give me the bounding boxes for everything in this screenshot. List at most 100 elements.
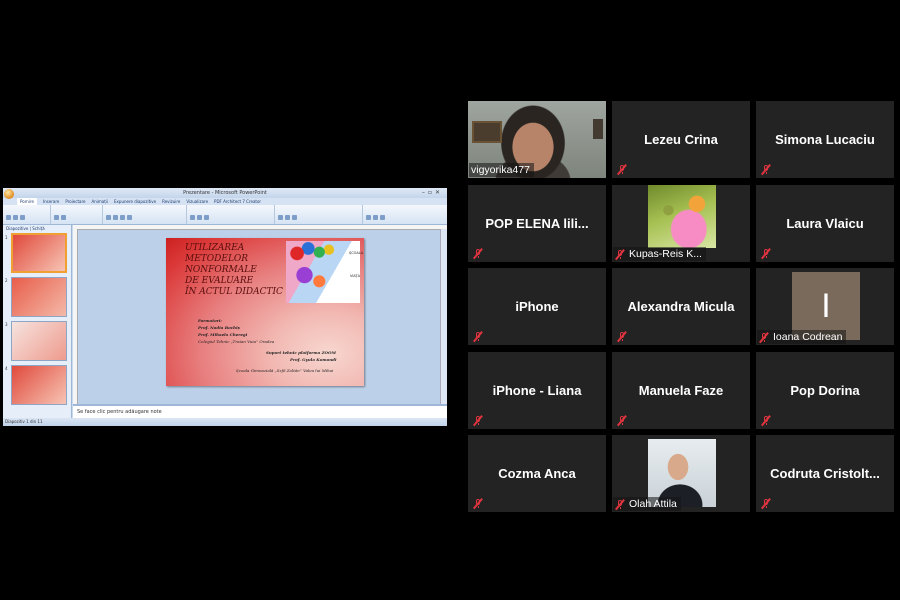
underline-icon[interactable] — [120, 215, 125, 220]
support-label: Suport tehnic platforma ZOOM — [266, 350, 336, 355]
mic-muted-icon — [760, 248, 771, 259]
participant-name: iPhone — [515, 299, 559, 314]
bullets-icon[interactable] — [190, 215, 195, 220]
photo-caption: VIAȚA — [350, 274, 361, 278]
ribbon-group-font — [103, 205, 187, 224]
thumbnail-number: 4 — [5, 366, 8, 371]
school-name: Colegiul Tehnic „Traian Vuia” Oradea — [198, 339, 275, 344]
current-slide[interactable]: Utilizarea metodelor nonformale de evalu… — [166, 238, 364, 386]
select-icon[interactable] — [380, 215, 385, 220]
participant-tile[interactable]: Codruta Cristolt... — [756, 435, 894, 512]
arrange-icon[interactable] — [285, 215, 290, 220]
shared-screen: Prezentare - Microsoft PowerPoint –▫✕ Po… — [3, 188, 447, 426]
copy-icon[interactable] — [20, 215, 25, 220]
align-icon[interactable] — [197, 215, 202, 220]
wall-picture — [593, 119, 603, 139]
replace-icon[interactable] — [373, 215, 378, 220]
window-controls-icon[interactable]: –▫✕ — [422, 188, 443, 198]
mic-muted-icon — [616, 164, 627, 175]
office-button-icon[interactable] — [4, 189, 14, 199]
participant-name: Lezeu Crina — [644, 132, 718, 147]
find-icon[interactable] — [366, 215, 371, 220]
participant-tile[interactable]: Alexandra Micula — [612, 268, 750, 345]
participant-name: Cozma Anca — [498, 466, 576, 481]
mic-muted-icon — [472, 498, 483, 509]
powerpoint-titlebar: Prezentare - Microsoft PowerPoint –▫✕ — [3, 188, 447, 199]
status-bar: Diapozitiv 1 din 11 — [3, 418, 447, 426]
participant-name: Olah Attila — [629, 498, 677, 510]
participant-tile[interactable]: Cozma Anca — [468, 435, 606, 512]
participant-tile[interactable]: Olah Attila — [612, 435, 750, 512]
participant-tile[interactable]: I Ioana Codrean — [756, 268, 894, 345]
profile-picture — [648, 185, 716, 248]
mic-muted-icon — [616, 415, 627, 426]
thumbnail-number: 2 — [5, 278, 8, 283]
participant-tile[interactable]: Pop Dorina — [756, 352, 894, 429]
participant-tile[interactable]: Laura Vlaicu — [756, 185, 894, 262]
participant-tile[interactable]: Kupas-Reis K... — [612, 185, 750, 262]
ribbon-tab[interactable]: Revizuire — [162, 198, 180, 205]
mic-muted-icon — [616, 331, 627, 342]
participant-tile[interactable]: POP ELENA lili... — [468, 185, 606, 262]
participant-tile[interactable]: iPhone — [468, 268, 606, 345]
mic-muted-icon — [614, 248, 625, 260]
ribbon-tab[interactable]: Vizualizare — [186, 198, 208, 205]
slide-thumbnail[interactable] — [11, 321, 67, 361]
paste-icon[interactable] — [6, 215, 11, 220]
participant-name: Kupas-Reis K... — [629, 248, 702, 260]
ribbon-tabs: Pornire Inserare Proiectare Animații Exp… — [3, 198, 447, 205]
ribbon-tab[interactable]: Pornire — [17, 198, 37, 205]
text-direction-icon[interactable] — [204, 215, 209, 220]
slide-thumbnail[interactable] — [11, 277, 67, 317]
slide-canvas: Utilizarea metodelor nonformale de evalu… — [73, 225, 447, 404]
participant-name: iPhone - Liana — [492, 383, 582, 398]
slide-thumbnail[interactable] — [11, 365, 67, 405]
cut-icon[interactable] — [13, 215, 18, 220]
ribbon-group-clipboard — [3, 205, 51, 224]
participant-name: Simona Lucaciu — [775, 132, 875, 147]
mic-muted-icon — [760, 164, 771, 175]
participant-name: Alexandra Micula — [627, 299, 735, 314]
horizontal-ruler — [73, 225, 447, 230]
layout-icon[interactable] — [61, 215, 66, 220]
thumbnail-number: 1 — [5, 235, 8, 240]
bold-icon[interactable] — [106, 215, 111, 220]
mic-muted-icon — [760, 415, 771, 426]
ribbon-group-drawing — [275, 205, 363, 224]
italic-icon[interactable] — [113, 215, 118, 220]
participant-tile[interactable]: iPhone - Liana — [468, 352, 606, 429]
slide-thumbnail[interactable] — [11, 233, 67, 273]
font-color-icon[interactable] — [127, 215, 132, 220]
participant-name: vigyorika477 — [471, 164, 530, 176]
participant-tile[interactable]: Manuela Faze — [612, 352, 750, 429]
ribbon-group-slides — [51, 205, 103, 224]
pane-tabs[interactable]: Diapozitive | Schiță — [3, 225, 71, 233]
mic-muted-icon — [760, 498, 771, 509]
trainer-name: Prof. Mihaela Cheregi — [198, 332, 248, 337]
participant-label: vigyorika477 — [469, 163, 534, 177]
ribbon-group-editing — [363, 205, 447, 224]
ribbon-tab[interactable]: PDF Architect 7 Creator — [214, 198, 261, 205]
ribbon-tab[interactable]: Proiectare — [65, 198, 85, 205]
vertical-scrollbar[interactable] — [440, 229, 447, 404]
wall-picture — [472, 121, 502, 143]
shapes-icon[interactable] — [278, 215, 283, 220]
participant-name: Pop Dorina — [790, 383, 860, 398]
ribbon-tab[interactable]: Expunere diapozitive — [114, 198, 156, 205]
ribbon-tab[interactable]: Animații — [92, 198, 109, 205]
participant-tile[interactable]: Lezeu Crina — [612, 101, 750, 178]
thumbnail-number: 3 — [5, 322, 8, 327]
participant-name: Codruta Cristolt... — [770, 466, 880, 481]
notes-field[interactable]: Se face clic pentru adăugare note — [73, 404, 447, 418]
participant-label: Olah Attila — [613, 497, 681, 511]
ribbon-tab[interactable]: Inserare — [43, 198, 59, 205]
slides-pane: Diapozitive | Schiță 1 2 3 4 — [3, 225, 72, 418]
quick-styles-icon[interactable] — [292, 215, 297, 220]
mic-muted-icon — [472, 415, 483, 426]
vertical-ruler — [73, 229, 78, 404]
participant-tile[interactable]: Simona Lucaciu — [756, 101, 894, 178]
ribbon — [3, 205, 447, 225]
trainer-name: Prof. Nadia Bochiș — [198, 325, 240, 330]
new-slide-icon[interactable] — [54, 215, 59, 220]
participant-tile[interactable]: vigyorika477 — [468, 101, 606, 178]
